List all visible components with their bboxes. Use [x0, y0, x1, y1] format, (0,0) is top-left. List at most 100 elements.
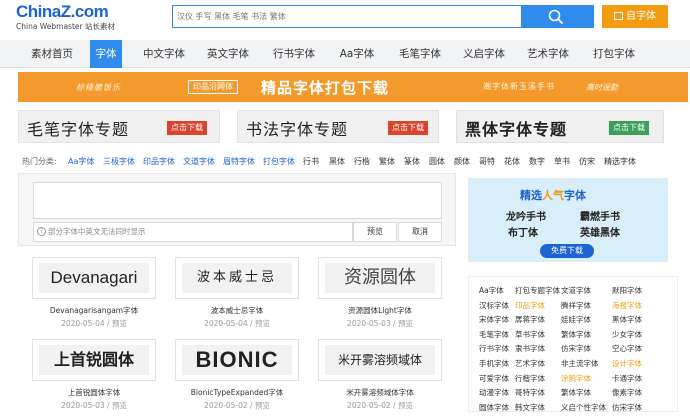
font-thumbnail[interactable]: BIONIC: [175, 339, 299, 381]
hot-tag[interactable]: 数字: [529, 156, 545, 167]
search-button[interactable]: [521, 6, 593, 27]
promo-banner[interactable]: 标精脆饭乐 印品沿网体 精品字体打包下载 潮字体新玉溪手书 鹰时逞勤: [18, 72, 688, 102]
cancel-button[interactable]: 取消: [398, 222, 442, 242]
category-link[interactable]: 设计字体: [612, 358, 642, 369]
font-card[interactable]: Devanagari Devanagarisangam字体 2020-05-04…: [32, 257, 156, 337]
font-name[interactable]: 波本威士忌字体: [175, 305, 299, 316]
preview-text-input[interactable]: [33, 182, 442, 219]
font-preview-link[interactable]: 预览: [398, 319, 413, 328]
topic-heiti[interactable]: 黑体字体专题 点击下载: [456, 110, 664, 143]
category-link[interactable]: 草书字体: [515, 329, 545, 340]
category-link[interactable]: 黑体字体: [612, 314, 642, 325]
font-card[interactable]: 米开雾溶频域体 米开雾溶频域体字体 2020-05-02 / 预览: [318, 339, 442, 419]
category-link[interactable]: 行楷字体: [515, 373, 545, 384]
category-link[interactable]: 腾祥字体: [561, 300, 591, 311]
hot-tag[interactable]: 哥特: [479, 156, 495, 167]
site-logo[interactable]: ChinaZ.com China Webmaster 站长素材: [16, 2, 126, 36]
category-link[interactable]: 毛笔字体: [479, 329, 509, 340]
category-link[interactable]: 涂鸦字体: [561, 373, 591, 384]
category-link[interactable]: 隶书字体: [515, 343, 545, 354]
font-thumbnail[interactable]: 波本威士忌: [175, 257, 299, 299]
font-preview-link[interactable]: 预览: [255, 319, 270, 328]
nav-item[interactable]: 行书字体: [266, 40, 322, 68]
topic-download-button[interactable]: 点击下载: [609, 121, 649, 135]
category-link[interactable]: 繁体字体: [561, 329, 591, 340]
hot-tag[interactable]: Aa字体: [68, 156, 94, 167]
font-card[interactable]: 资源圆体 资源圆体Light字体 2020-05-03 / 预览: [318, 257, 442, 337]
font-card[interactable]: BIONIC BionicTypeExpanded字体 2020-05-02 /…: [175, 339, 299, 419]
font-card[interactable]: 波本威士忌 波本威士忌字体 2020-05-04 / 预览: [175, 257, 299, 337]
nav-item[interactable]: 打包字体: [586, 40, 642, 68]
hot-tag[interactable]: 花体: [504, 156, 520, 167]
hot-tag[interactable]: 繁体: [379, 156, 395, 167]
font-preview-link[interactable]: 预览: [112, 319, 127, 328]
topic-download-button[interactable]: 点击下载: [167, 121, 207, 135]
topic-brush[interactable]: 毛笔字体专题 点击下载: [18, 110, 220, 143]
font-preview-link[interactable]: 预览: [255, 401, 270, 410]
category-link[interactable]: 行书字体: [479, 343, 509, 354]
hot-tag[interactable]: 打包字体: [263, 156, 295, 167]
category-link[interactable]: 手机字体: [479, 358, 509, 369]
category-link[interactable]: 空心字体: [612, 343, 642, 354]
category-link[interactable]: 少女字体: [612, 329, 642, 340]
category-link[interactable]: 非主流字体: [561, 358, 599, 369]
category-link[interactable]: 仿宋字体: [561, 343, 591, 354]
category-link[interactable]: 娃娃字体: [561, 314, 591, 325]
hot-tag[interactable]: 行楷: [354, 156, 370, 167]
nav-item[interactable]: 毛笔字体: [392, 40, 448, 68]
category-link[interactable]: 哥特字体: [515, 387, 545, 398]
nav-item[interactable]: 义启字体: [456, 40, 512, 68]
category-link[interactable]: 韩文字体: [515, 402, 545, 413]
nav-item[interactable]: 英文字体: [200, 40, 256, 68]
category-link[interactable]: 打包专题字体: [515, 285, 560, 296]
category-link[interactable]: 文道字体: [561, 285, 591, 296]
category-link[interactable]: 汉标字体: [479, 300, 509, 311]
category-link[interactable]: 仿宋字体: [612, 402, 642, 413]
category-link[interactable]: 孱蒋字体: [515, 314, 545, 325]
hot-tag[interactable]: 精选字体: [604, 156, 636, 167]
hot-tag[interactable]: 眉特字体: [223, 156, 255, 167]
nav-item[interactable]: 素材首页: [22, 40, 82, 68]
hot-tag[interactable]: 文道字体: [183, 156, 215, 167]
category-link[interactable]: 印品字体: [515, 300, 545, 311]
category-link[interactable]: 动漫字体: [479, 387, 509, 398]
font-name[interactable]: 资源圆体Light字体: [318, 305, 442, 316]
category-link[interactable]: 像素字体: [612, 387, 642, 398]
font-name[interactable]: 米开雾溶频域体字体: [318, 387, 442, 398]
category-link[interactable]: 繁体字体: [561, 387, 591, 398]
nav-item[interactable]: 艺术字体: [520, 40, 576, 68]
topic-download-button[interactable]: 点击下载: [388, 121, 428, 135]
font-name[interactable]: 上首锐圆体字体: [32, 387, 156, 398]
category-link[interactable]: Aa字体: [479, 285, 504, 296]
preview-button[interactable]: 预览: [353, 222, 397, 242]
hot-tag[interactable]: 圆体: [429, 156, 445, 167]
category-link[interactable]: 宋体字体: [479, 314, 509, 325]
hot-tag[interactable]: 三极字体: [103, 156, 135, 167]
font-name[interactable]: Devanagarisangam字体: [32, 305, 156, 316]
font-card[interactable]: 上首锐圆体 上首锐圆体字体 2020-05-03 / 预览: [32, 339, 156, 419]
category-link[interactable]: 默阳字体: [612, 285, 642, 296]
hot-tag[interactable]: 颜体: [454, 156, 470, 167]
popular-fonts-promo[interactable]: 精选人气字体 龙吟手书 霸燃手书 布丁体 英雄黑体 免费下载: [468, 178, 668, 262]
category-link[interactable]: 义启个性字体: [561, 402, 606, 413]
category-link[interactable]: 海报字体: [612, 300, 642, 311]
category-link[interactable]: 艺术字体: [515, 358, 545, 369]
nav-item[interactable]: 中文字体: [136, 40, 192, 68]
hot-tag[interactable]: 篆体: [404, 156, 420, 167]
hot-tag[interactable]: 仿宋: [579, 156, 595, 167]
hot-tag[interactable]: 草书: [554, 156, 570, 167]
font-name[interactable]: BionicTypeExpanded字体: [175, 387, 299, 398]
font-preview-link[interactable]: 预览: [398, 401, 413, 410]
search-input[interactable]: [173, 6, 523, 27]
font-preview-link[interactable]: 预览: [112, 401, 127, 410]
font-thumbnail[interactable]: 上首锐圆体: [32, 339, 156, 381]
free-download-button[interactable]: 免费下载: [540, 244, 594, 258]
hot-tag[interactable]: 行书: [303, 156, 319, 167]
category-link[interactable]: 卡通字体: [612, 373, 642, 384]
hot-tag[interactable]: 印品字体: [143, 156, 175, 167]
nav-item-active[interactable]: 字体: [90, 40, 122, 68]
topic-calligraphy[interactable]: 书法字体专题 点击下载: [237, 110, 439, 143]
font-thumbnail[interactable]: Devanagari: [32, 257, 156, 299]
font-thumbnail[interactable]: 资源圆体: [318, 257, 442, 299]
category-link[interactable]: 可爱字体: [479, 373, 509, 384]
